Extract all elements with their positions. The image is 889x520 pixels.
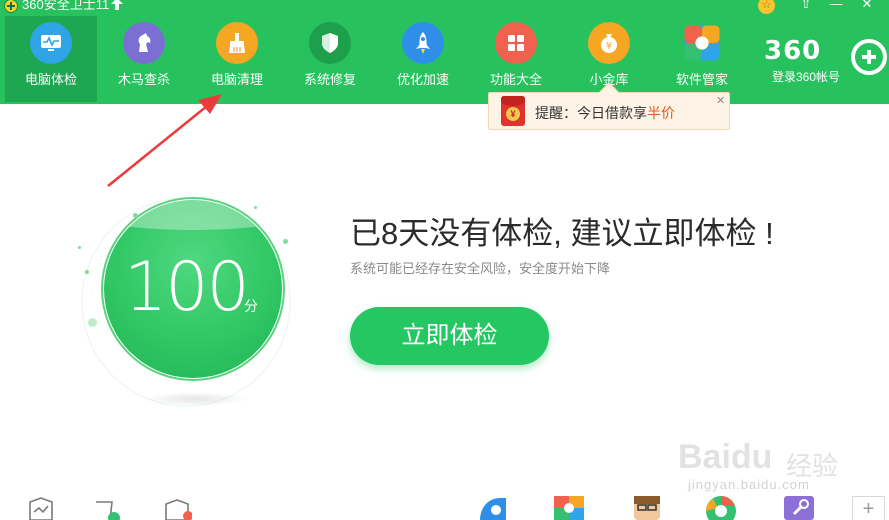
upgrade-arrow-icon[interactable]: [111, 0, 123, 10]
popup-message-prefix: 提醒：今日借款享: [535, 105, 647, 121]
minimize-button[interactable]: —: [826, 0, 846, 12]
nav-label: 木马查杀: [117, 72, 170, 87]
shield-check-icon[interactable]: [26, 494, 56, 520]
plus-circle-icon[interactable]: [851, 39, 887, 75]
monitor-pulse-icon: [30, 22, 72, 64]
nav-item-system-repair[interactable]: 系统修复: [284, 16, 376, 102]
wrench-app-icon[interactable]: [782, 494, 816, 520]
nav-item-software-manager[interactable]: 软件管家: [656, 16, 748, 102]
nav-item-speedup[interactable]: 优化加速: [377, 16, 469, 102]
watermark-logo: Baidu: [678, 438, 773, 476]
check-now-button[interactable]: 立即体检: [350, 307, 549, 365]
app-title: 360安全卫士11: [22, 0, 110, 12]
nav-label: 优化加速: [396, 72, 449, 87]
nav-label: 软件管家: [675, 72, 728, 87]
headline: 已8天没有体检, 建议立即体检 !: [350, 216, 774, 251]
score-value: 100: [124, 248, 250, 327]
red-envelope-icon: ¥: [501, 96, 525, 126]
shield-fix-icon[interactable]: [162, 494, 192, 520]
popup-message: 提醒：今日借款享半价: [535, 103, 675, 123]
decor-dot: [85, 270, 89, 274]
skin-icon[interactable]: ⇧: [796, 0, 816, 12]
broom-icon: [216, 22, 258, 64]
money-bag-icon: ¥: [588, 22, 630, 64]
watermark-url: jingyan.baidu.com: [688, 477, 810, 492]
subline: 系统可能已经存在安全风险，安全度开始下降: [350, 261, 611, 276]
grid-icon: [495, 22, 537, 64]
shield-icon: [309, 22, 351, 64]
score-shadow: [142, 392, 248, 406]
nav-item-features[interactable]: 功能大全: [470, 16, 562, 102]
app-flower-icon: [681, 22, 723, 64]
nav-label: 电脑清理: [210, 72, 263, 87]
app-window: 360安全卫士11 ☆ ⇧ — ✕ 电脑体检 木马查杀 电脑清理 系统修复 优化…: [0, 0, 889, 520]
titlebar: 360安全卫士11 ☆ ⇧ — ✕: [0, 0, 889, 14]
cleanup-cup-icon[interactable]: [92, 494, 122, 520]
rocket-icon: [402, 22, 444, 64]
popup-message-highlight: 半价: [647, 105, 675, 121]
nav-item-checkup[interactable]: 电脑体检: [5, 16, 97, 102]
blue-app-icon[interactable]: [476, 494, 510, 520]
annotation-arrow-icon: [107, 94, 222, 187]
yen-badge: ¥: [506, 107, 520, 121]
decor-dot: [133, 213, 138, 218]
nav-label: 系统修复: [303, 72, 356, 87]
nav-label: 功能大全: [489, 72, 542, 87]
score-unit: 分: [244, 298, 258, 314]
close-button[interactable]: ✕: [857, 0, 877, 12]
decor-dot: [254, 206, 257, 209]
login-link[interactable]: 登录360帐号: [772, 68, 840, 85]
chrome-app-icon[interactable]: [704, 494, 738, 520]
popup-close-button[interactable]: ✕: [716, 94, 725, 107]
decor-dot: [283, 239, 288, 244]
brand-logo: 360: [764, 36, 822, 66]
more-tools-button[interactable]: +: [852, 496, 885, 520]
app-logo-icon: [4, 0, 18, 13]
nav-label: 电脑体检: [24, 72, 77, 87]
star-icon[interactable]: ☆: [758, 0, 775, 14]
decor-dot: [88, 318, 97, 327]
svg-text:¥: ¥: [606, 41, 612, 52]
colorful-app-icon[interactable]: [552, 494, 586, 520]
avatar-app-icon[interactable]: [630, 494, 664, 520]
horse-icon: [123, 22, 165, 64]
reminder-popup[interactable]: ¥ 提醒：今日借款享半价 ✕: [488, 82, 730, 130]
decor-dot: [78, 246, 81, 249]
score-wave: [104, 200, 282, 230]
